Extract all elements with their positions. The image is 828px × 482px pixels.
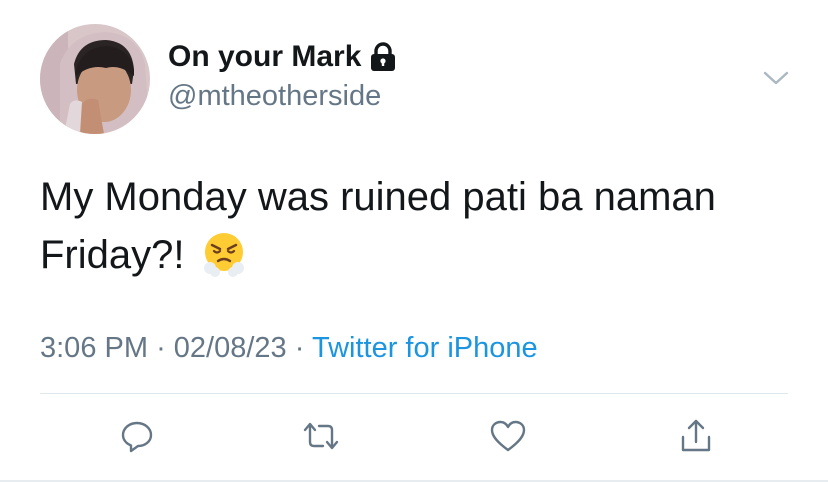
tweet-source-link[interactable]: Twitter for iPhone [312,332,538,364]
like-button[interactable] [488,418,528,458]
tweet-time: 3:06 PM [40,332,148,364]
steam-from-nose-emoji-icon [200,230,248,294]
reply-icon [119,418,155,459]
user-handle[interactable]: @mtheotherside [168,80,381,113]
chevron-down-icon[interactable] [762,68,790,88]
display-name[interactable]: On your Mark [168,40,397,74]
tweet-meta: 3:06 PM · 02/08/23 · Twitter for iPhone [40,332,538,365]
tweet-text-content: My Monday was ruined pati ba naman Frida… [40,175,716,277]
tweet-text: My Monday was ruined pati ba naman Frida… [40,168,800,294]
reply-button[interactable] [117,418,157,458]
avatar[interactable] [40,24,150,134]
meta-separator: · [294,332,305,364]
meta-separator: · [156,332,166,364]
share-button[interactable] [676,418,716,458]
lock-icon [369,42,397,72]
divider [40,393,788,394]
display-name-text: On your Mark [168,40,362,73]
retweet-button[interactable] [301,418,341,458]
heart-icon [489,418,527,459]
share-icon [678,417,714,460]
tweet-date: 02/08/23 [173,332,287,364]
retweet-icon [301,418,341,459]
